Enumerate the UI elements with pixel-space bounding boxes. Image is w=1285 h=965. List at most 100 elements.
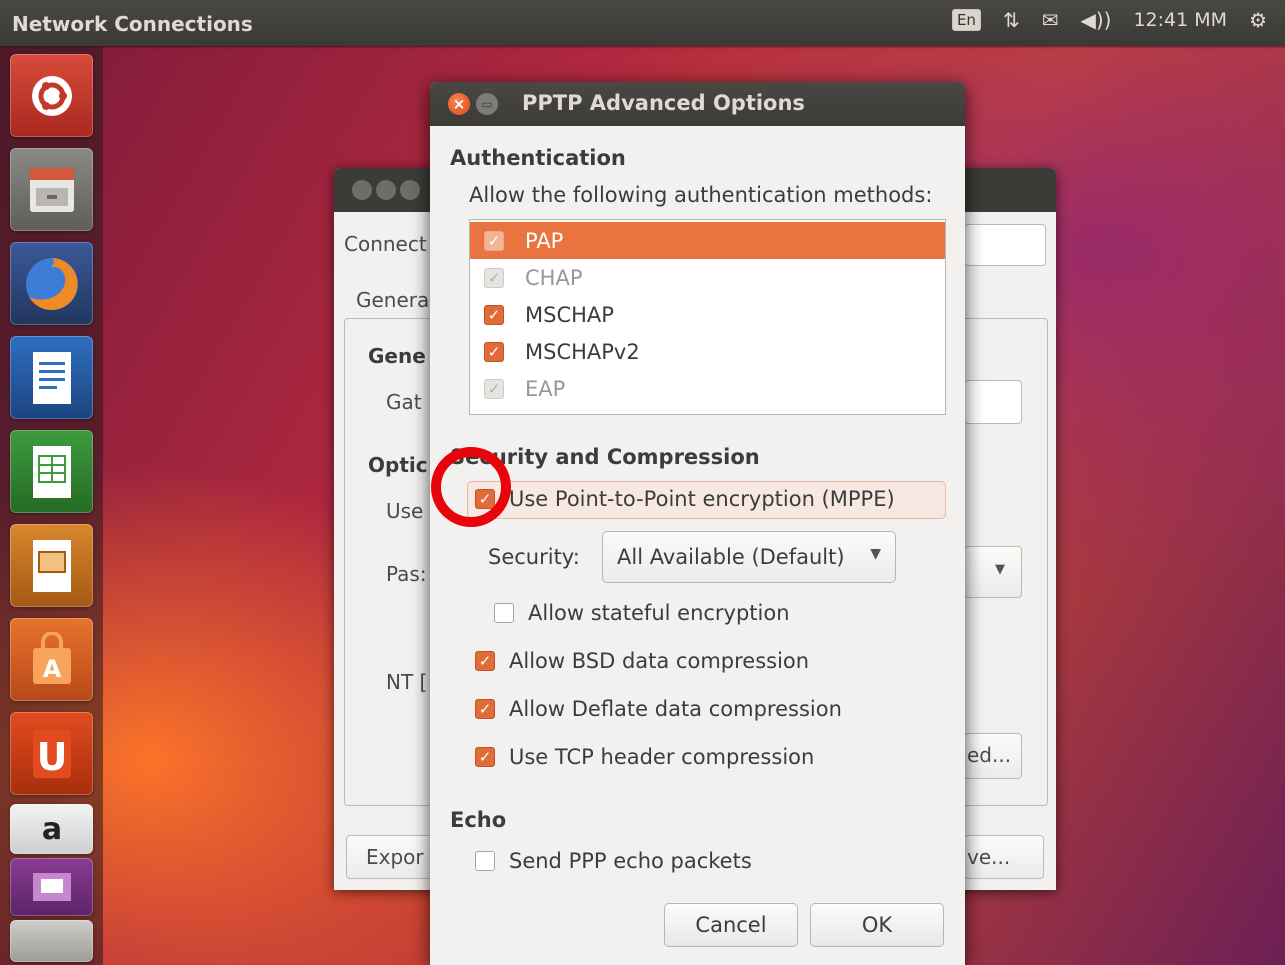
user-label: Use — [386, 499, 424, 523]
bsd-compression-checkbox[interactable]: ✓ — [475, 651, 495, 671]
stateful-encryption-checkbox[interactable] — [494, 603, 514, 623]
echo-packets-checkbox[interactable] — [475, 851, 495, 871]
connection-name-label: Connect — [344, 232, 427, 256]
tcp-header-compression-checkbox[interactable]: ✓ — [475, 747, 495, 767]
auth-method-label: MSCHAPv2 — [525, 339, 640, 364]
spreadsheet-icon — [32, 445, 71, 498]
firefox-button[interactable] — [10, 242, 93, 325]
password-label: Pas: — [386, 562, 427, 586]
auth-method-mschapv2[interactable]: ✓ MSCHAPv2 — [470, 333, 945, 370]
deflate-compression-checkbox[interactable]: ✓ — [475, 699, 495, 719]
auth-method-label: MSCHAP — [525, 302, 614, 327]
maximize-icon[interactable] — [400, 180, 420, 200]
export-button[interactable]: Expor — [346, 835, 438, 879]
file-cabinet-icon — [29, 167, 74, 212]
gear-icon[interactable]: ⚙ — [1249, 8, 1267, 32]
tcp-header-compression-option[interactable]: ✓ Use TCP header compression — [475, 745, 814, 769]
launcher: A U a — [0, 46, 103, 965]
document-icon — [32, 351, 71, 404]
nt-domain-label: NT [ — [386, 670, 428, 694]
gateway-field[interactable] — [964, 380, 1022, 424]
envelope-icon[interactable]: ✉ — [1042, 8, 1059, 32]
auth-method-eap[interactable]: ✓ EAP — [470, 370, 945, 407]
files-button[interactable] — [10, 148, 93, 231]
tcp-header-compression-label: Use TCP header compression — [509, 745, 815, 769]
svg-text:U: U — [36, 735, 67, 779]
volume-icon[interactable]: ◀)) — [1080, 8, 1111, 32]
presentation-icon — [32, 539, 71, 592]
cancel-button[interactable]: Cancel — [664, 903, 798, 947]
minimize-icon[interactable] — [376, 180, 396, 200]
save-button[interactable]: ve... — [964, 835, 1044, 879]
close-icon[interactable]: × — [448, 93, 470, 115]
workspace-icon — [32, 873, 71, 901]
clock[interactable]: 12:41 MM — [1133, 9, 1227, 31]
mschap-checkbox[interactable]: ✓ — [484, 304, 504, 325]
minimize-icon[interactable]: ▭ — [476, 93, 498, 115]
background-window-controls — [352, 180, 420, 200]
indicator-area: En ⇅ ✉ ◀)) 12:41 MM ⚙ — [951, 8, 1267, 32]
deflate-compression-option[interactable]: ✓ Allow Deflate data compression — [475, 697, 842, 721]
bsd-compression-label: Allow BSD data compression — [509, 649, 810, 673]
connection-name-field[interactable] — [964, 224, 1046, 266]
echo-packets-option[interactable]: Send PPP echo packets — [475, 849, 752, 873]
auth-methods-list: ✓ PAP ✓ CHAP ✓ MSCHAP ✓ MSCHAPv2 ✓ EAP — [469, 219, 946, 415]
ubuntu-one-icon: U — [32, 729, 71, 779]
auth-method-pap[interactable]: ✓ PAP — [470, 222, 945, 259]
security-dropdown-value: All Available (Default) — [617, 545, 845, 569]
echo-heading: Echo — [450, 808, 507, 832]
mschapv2-checkbox[interactable]: ✓ — [484, 341, 504, 362]
echo-packets-label: Send PPP echo packets — [509, 849, 752, 873]
trash-button[interactable] — [10, 920, 93, 962]
chevron-down-icon: ▼ — [870, 546, 881, 562]
security-label: Security: — [488, 545, 580, 569]
chap-checkbox[interactable]: ✓ — [484, 267, 504, 288]
pap-checkbox[interactable]: ✓ — [484, 230, 504, 251]
optional-section-heading: Optic — [368, 453, 428, 477]
auth-method-label: PAP — [525, 228, 564, 253]
authentication-heading: Authentication — [450, 146, 626, 170]
amazon-button[interactable]: a — [10, 804, 93, 854]
software-center-button[interactable]: A — [10, 618, 93, 701]
dialog-titlebar: × ▭ PPTP Advanced Options — [430, 82, 965, 126]
gateway-label: Gat — [386, 390, 422, 414]
ok-button-label: OK — [861, 913, 893, 937]
auth-method-label: EAP — [525, 376, 566, 401]
annotation-highlight-circle — [431, 447, 511, 527]
ok-button[interactable]: OK — [810, 903, 944, 947]
svg-text:A: A — [42, 655, 61, 683]
advanced-button[interactable]: ed... — [964, 733, 1022, 779]
svg-text:a: a — [41, 812, 61, 847]
calc-button[interactable] — [10, 430, 93, 513]
workspace-switcher-button[interactable] — [10, 858, 93, 916]
keyboard-layout-indicator[interactable]: En — [951, 9, 981, 31]
network-arrows-icon[interactable]: ⇅ — [1003, 8, 1020, 32]
dash-home-button[interactable] — [10, 54, 93, 137]
desktop: Network Connections En ⇅ ✉ ◀)) 12:41 MM … — [0, 0, 1285, 965]
authentication-hint: Allow the following authentication metho… — [469, 183, 933, 207]
auth-method-mschap[interactable]: ✓ MSCHAP — [470, 296, 945, 333]
save-button-label: ve... — [967, 845, 1011, 869]
general-section-heading: Gene — [368, 344, 426, 368]
pptp-advanced-options-dialog: × ▭ PPTP Advanced Options — [430, 82, 965, 965]
advanced-button-label: ed... — [967, 743, 1012, 767]
password-options-dropdown[interactable]: ▼ — [964, 546, 1022, 598]
app-title: Network Connections — [12, 12, 253, 36]
close-icon[interactable] — [352, 180, 372, 200]
shopping-bag-icon: A — [32, 631, 71, 684]
cancel-button-label: Cancel — [695, 913, 767, 937]
tab-general[interactable]: Genera — [356, 288, 429, 312]
ubuntu-one-button[interactable]: U — [10, 712, 93, 795]
bsd-compression-option[interactable]: ✓ Allow BSD data compression — [475, 649, 809, 673]
stateful-encryption-option[interactable]: Allow stateful encryption — [494, 601, 790, 625]
mppe-option[interactable]: ✓ Use Point-to-Point encryption (MPPE) — [475, 487, 895, 511]
amazon-icon: a — [41, 812, 61, 847]
eap-checkbox[interactable]: ✓ — [484, 378, 504, 399]
impress-button[interactable] — [10, 524, 93, 607]
writer-button[interactable] — [10, 336, 93, 419]
top-panel: Network Connections En ⇅ ✉ ◀)) 12:41 MM … — [0, 0, 1285, 46]
security-dropdown[interactable]: All Available (Default) ▼ — [602, 531, 896, 583]
deflate-compression-label: Allow Deflate data compression — [509, 697, 842, 721]
chevron-down-icon: ▼ — [995, 562, 1005, 577]
auth-method-chap[interactable]: ✓ CHAP — [470, 259, 945, 296]
